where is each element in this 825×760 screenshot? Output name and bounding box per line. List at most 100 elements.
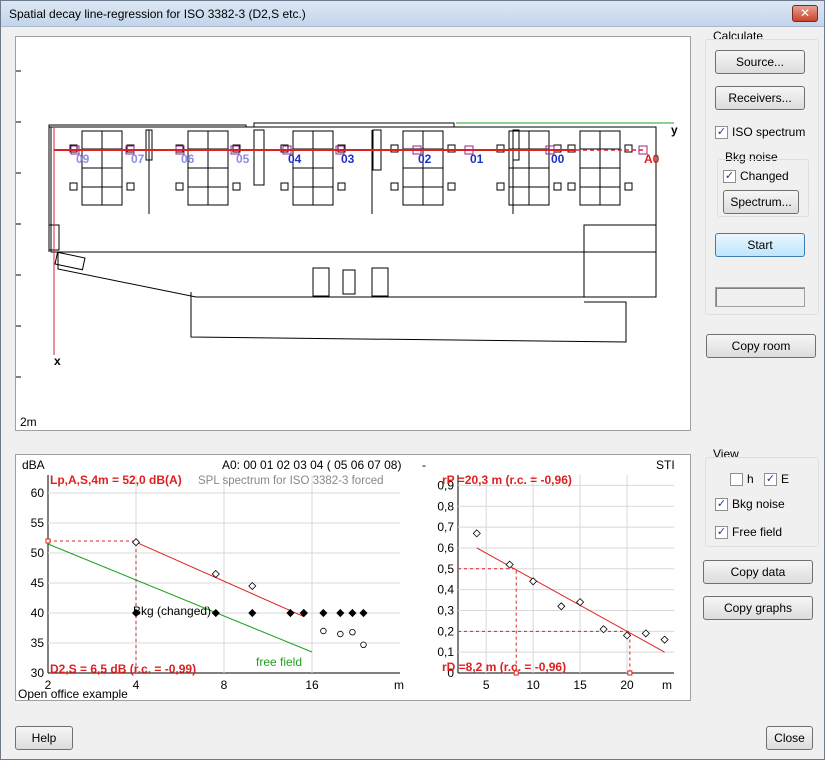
left-annotation-bottom: D2,S = 6,5 dB (r.c. = -0,99) bbox=[50, 662, 196, 676]
right-y-tick: 0,7 bbox=[437, 520, 454, 534]
left-x-tick: 8 bbox=[221, 678, 228, 692]
left-y-tick: 60 bbox=[31, 486, 45, 500]
title-bar[interactable]: Spatial decay line-regression for ISO 33… bbox=[1, 1, 824, 27]
right-points bbox=[472, 529, 669, 644]
left-data-point bbox=[349, 628, 356, 636]
plan-scale: 2m bbox=[20, 415, 37, 429]
bkg-noise-check-icon: ✓ bbox=[715, 497, 728, 511]
receiver-label: 01 bbox=[470, 152, 484, 166]
bkg-changed-label: Bkg (changed) bbox=[133, 604, 211, 618]
right-regression-line bbox=[476, 547, 665, 653]
close-button[interactable]: Close bbox=[766, 726, 813, 750]
changed-check-icon: ✓ bbox=[723, 169, 736, 183]
dialog-window: Spatial decay line-regression for ISO 33… bbox=[0, 0, 825, 760]
chair bbox=[390, 182, 399, 191]
plan-axis-y: y bbox=[671, 123, 678, 137]
right-x-tick: 10 bbox=[526, 678, 540, 692]
left-ref-dashed bbox=[48, 540, 137, 673]
changed-checkbox[interactable]: ✓ Changed bbox=[723, 169, 789, 183]
left-unit-label: dBA bbox=[22, 458, 45, 472]
right-data-point bbox=[472, 529, 481, 538]
copy-room-button[interactable]: Copy room bbox=[706, 334, 816, 358]
left-data-point bbox=[336, 608, 345, 618]
left-data-point bbox=[359, 608, 368, 618]
left-data-point bbox=[337, 630, 344, 638]
left-data-point bbox=[348, 608, 357, 618]
iso-spectrum-check-icon: ✓ bbox=[715, 125, 728, 139]
receiver-label: A0 bbox=[644, 152, 660, 166]
chair bbox=[567, 182, 576, 191]
e-label: E bbox=[781, 472, 790, 486]
start-button[interactable]: Start bbox=[715, 233, 805, 257]
right-unit-label: - bbox=[422, 458, 426, 472]
left-y-tick: 40 bbox=[31, 606, 45, 620]
chair bbox=[337, 182, 346, 191]
progress-field bbox=[715, 287, 805, 307]
left-data-point bbox=[319, 608, 328, 618]
window-title: Spatial decay line-regression for ISO 33… bbox=[9, 7, 306, 21]
right-ref-dashed bbox=[458, 568, 517, 673]
right-data-point bbox=[576, 598, 585, 607]
chair bbox=[447, 182, 456, 191]
h-label: h bbox=[747, 472, 754, 486]
chair bbox=[496, 182, 505, 191]
help-button[interactable]: Help bbox=[15, 726, 73, 750]
right-y-tick: 0,4 bbox=[437, 583, 454, 597]
receiver-label: 06 bbox=[181, 152, 195, 166]
right-y-tick: 0,5 bbox=[437, 562, 454, 576]
bkg-noise-checkbox[interactable]: ✓ Bkg noise bbox=[715, 497, 785, 511]
h-checkbox[interactable]: h bbox=[730, 472, 754, 486]
right-annotation-bottom: rD =8,2 m (r.c. = -0,96) bbox=[442, 660, 566, 674]
receiver-label: 09 bbox=[76, 152, 90, 166]
copy-graphs-button[interactable]: Copy graphs bbox=[703, 596, 813, 620]
left-data-point bbox=[360, 641, 367, 648]
close-icon[interactable]: ✕ bbox=[792, 5, 818, 22]
right-data-point bbox=[660, 635, 669, 644]
right-y-tick: 0,1 bbox=[437, 645, 454, 659]
left-data-point bbox=[286, 608, 295, 618]
desk-clusters bbox=[69, 130, 633, 206]
spectrum-button[interactable]: Spectrum... bbox=[723, 190, 799, 214]
left-data-point bbox=[248, 581, 257, 591]
receivers-button[interactable]: Receivers... bbox=[715, 86, 805, 110]
iso-spectrum-checkbox[interactable]: ✓ ISO spectrum bbox=[715, 125, 805, 139]
chair bbox=[624, 182, 633, 191]
left-x-tick: 4 bbox=[133, 678, 140, 692]
left-xlabel: m bbox=[394, 678, 404, 692]
right-xlabel: m bbox=[662, 678, 672, 692]
plan-ticks bbox=[16, 70, 21, 378]
example-label: Open office example bbox=[18, 687, 128, 700]
chair bbox=[553, 182, 562, 191]
graph-svg: dBA A0: 00 01 02 03 04 ( 05 06 07 08) 30… bbox=[18, 458, 675, 700]
right-y-tick: 0,8 bbox=[437, 499, 454, 513]
right-header: STI bbox=[656, 458, 675, 472]
receiver-label: 00 bbox=[551, 152, 565, 166]
e-check-icon: ✓ bbox=[764, 472, 777, 486]
right-lines bbox=[458, 547, 665, 676]
bkg-noise-label: Bkg noise bbox=[732, 497, 785, 511]
room-plan-panel[interactable]: 09 07 06 05 04 03 02 01 00 A0 y x 2m bbox=[15, 36, 691, 431]
left-subtitle: SPL spectrum for ISO 3382-3 forced bbox=[198, 475, 384, 487]
receiver-label: 03 bbox=[341, 152, 355, 166]
changed-label: Changed bbox=[740, 169, 789, 183]
left-data-point bbox=[248, 608, 257, 618]
right-annotation-top: rP =20,3 m (r.c. = -0,96) bbox=[442, 473, 572, 487]
chair bbox=[232, 182, 241, 191]
chair bbox=[126, 182, 135, 191]
right-x-tick: 15 bbox=[573, 678, 587, 692]
receiver-label: 02 bbox=[418, 152, 432, 166]
e-checkbox[interactable]: ✓ E bbox=[764, 472, 789, 486]
left-ref-marker bbox=[45, 538, 51, 544]
right-ref-marker bbox=[627, 670, 633, 676]
right-data-point bbox=[557, 602, 566, 611]
left-y-tick: 30 bbox=[31, 666, 45, 680]
plan-axis-x: x bbox=[54, 354, 61, 368]
free-field-checkbox-label: Free field bbox=[732, 525, 783, 539]
copy-data-button[interactable]: Copy data bbox=[703, 560, 813, 584]
right-y-tick: 0,3 bbox=[437, 603, 454, 617]
source-button[interactable]: Source... bbox=[715, 50, 805, 74]
left-data-point bbox=[320, 627, 327, 635]
left-header: A0: 00 01 02 03 04 ( 05 06 07 08) bbox=[222, 458, 401, 472]
free-field-checkbox[interactable]: ✓ Free field bbox=[715, 525, 782, 539]
left-data-point bbox=[211, 608, 220, 618]
